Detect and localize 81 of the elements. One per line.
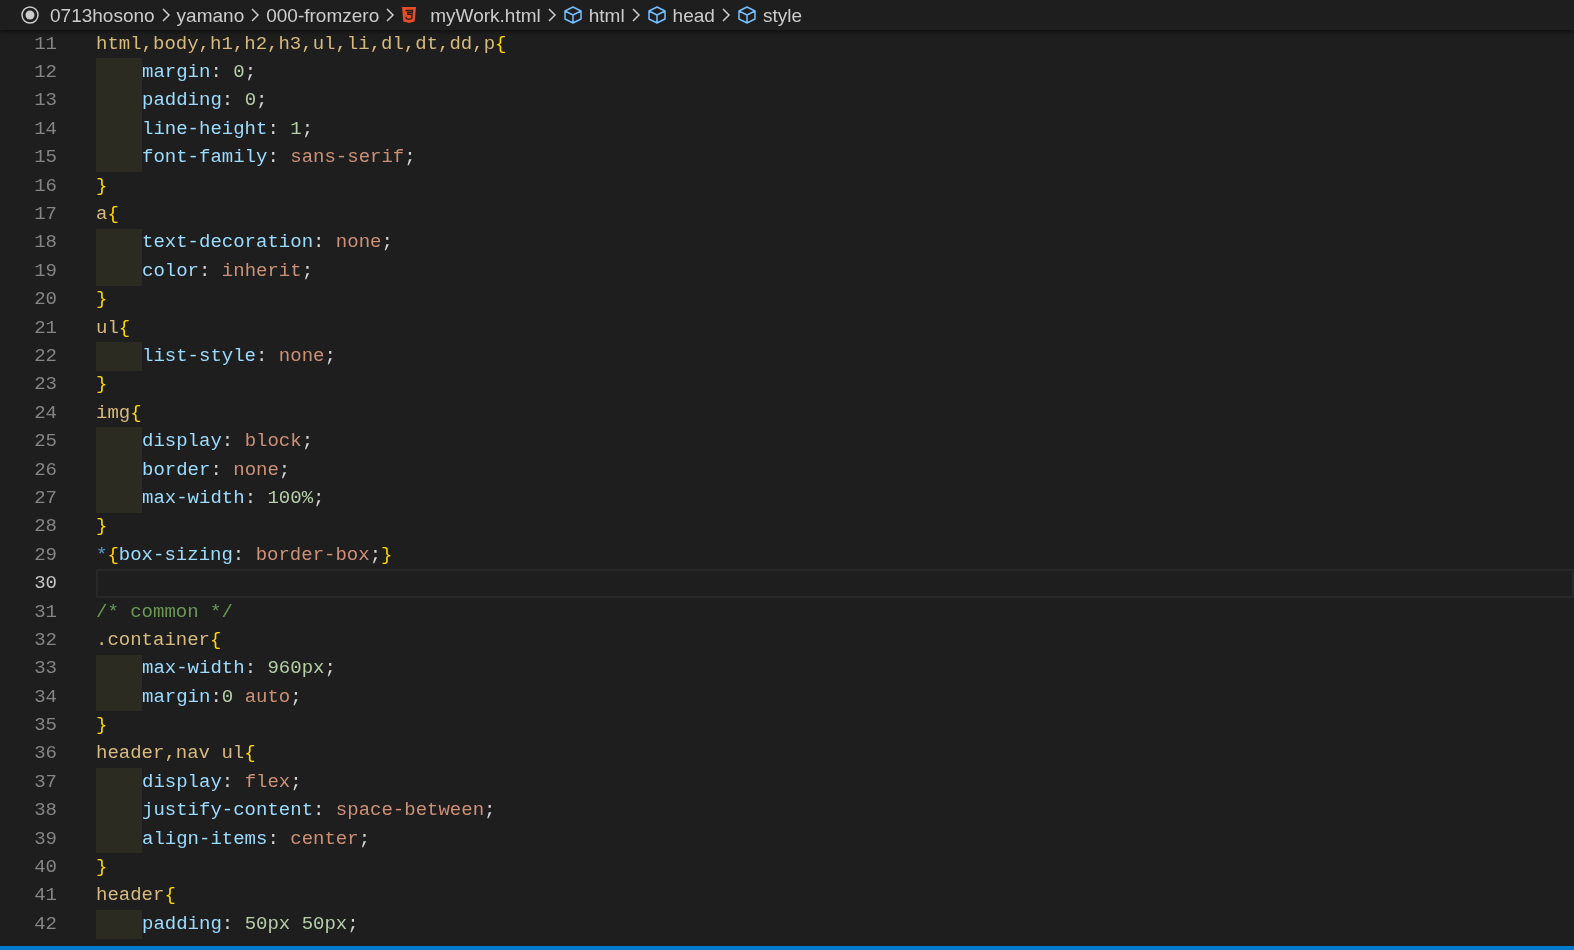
line-number: 24 — [33, 403, 57, 423]
chevron-right-icon — [546, 7, 557, 23]
breadcrumb-item[interactable]: 000-fromzero — [266, 5, 380, 25]
line-number: 16 — [33, 176, 57, 196]
chevron-right-icon — [160, 7, 171, 23]
code-line: } — [96, 517, 108, 537]
line-number: 41 — [33, 886, 57, 906]
line-number: 26 — [33, 460, 57, 480]
line-number: 25 — [33, 432, 57, 452]
code-line: ul{ — [96, 318, 131, 338]
line-number: 32 — [33, 630, 57, 650]
code-line: header{ — [96, 886, 176, 906]
line-number: 20 — [33, 290, 57, 310]
line-number: 29 — [33, 545, 57, 565]
line-number: 35 — [33, 716, 57, 736]
code-line: } — [96, 290, 108, 310]
code-line: padding: 0; — [142, 91, 268, 111]
breadcrumb-item[interactable]: head — [672, 5, 715, 25]
line-number: 30 — [33, 574, 57, 594]
code-line: margin: 0; — [142, 63, 257, 83]
line-number: 23 — [33, 375, 57, 395]
code-line: } — [96, 375, 108, 395]
line-number: 40 — [33, 858, 57, 877]
code-line: max-width: 960px; — [142, 659, 336, 679]
line-number: 34 — [33, 687, 57, 707]
line-number: 37 — [33, 772, 57, 792]
code-line: } — [96, 716, 108, 736]
line-number: 38 — [33, 801, 57, 821]
cube-icon — [562, 5, 583, 25]
code-line: img{ — [96, 403, 142, 423]
chevron-right-icon — [720, 7, 731, 23]
code-line: .container{ — [96, 630, 222, 650]
line-number: 27 — [33, 488, 57, 508]
line-number: 13 — [33, 91, 57, 111]
code-line: margin:0 auto; — [142, 687, 302, 707]
code-line: a{ — [96, 205, 119, 225]
line-number: 31 — [33, 602, 57, 622]
code-line: *{box-sizing: border-box;} — [96, 545, 393, 565]
html5-file-icon — [401, 6, 418, 24]
chevron-right-icon — [630, 7, 641, 23]
line-number: 11 — [33, 34, 57, 54]
code-line: list-style: none; — [142, 347, 336, 366]
line-number: 22 — [33, 347, 57, 366]
breadcrumb-item[interactable]: html — [588, 5, 625, 25]
breadcrumb-item[interactable]: 0713hosono — [50, 5, 155, 25]
breadcrumb-item[interactable]: yamano — [176, 5, 245, 25]
line-number: 42 — [33, 914, 57, 934]
code-line: } — [96, 176, 108, 196]
line-number: 15 — [33, 148, 57, 168]
line-number: 19 — [33, 261, 57, 281]
line-number: 18 — [33, 233, 57, 253]
code-line: padding: 50px 50px; — [142, 914, 359, 934]
code-line: header,nav ul{ — [96, 744, 256, 764]
chevron-right-icon — [250, 7, 261, 23]
code-line: justify-content: space-between; — [142, 801, 496, 821]
code-line: html,body,h1,h2,h3,ul,li,dl,dt,dd,p{ — [96, 34, 507, 54]
cube-icon — [646, 5, 667, 25]
code-line: text-decoration: none; — [142, 233, 393, 253]
line-number: 33 — [33, 659, 57, 679]
code-line: align-items: center; — [142, 829, 371, 849]
chevron-right-icon — [385, 7, 396, 23]
code-line: display: flex; — [142, 772, 302, 792]
circle-dot-icon — [20, 5, 40, 25]
code-line: font-family: sans-serif; — [142, 148, 416, 168]
line-number: 21 — [33, 318, 57, 338]
breadcrumb-item[interactable]: style — [762, 5, 802, 25]
line-number: 36 — [33, 744, 57, 764]
line-number: 12 — [33, 63, 57, 83]
line-number: 39 — [33, 829, 57, 849]
code-line: border: none; — [142, 460, 291, 480]
line-number: 14 — [33, 119, 57, 139]
line-number: 17 — [33, 205, 57, 225]
code-line: /* common */ — [96, 602, 233, 622]
code-line: color: inherit; — [142, 261, 314, 281]
code-line: line-height: 1; — [142, 119, 314, 139]
code-line: display: block; — [142, 432, 314, 452]
cube-icon — [736, 5, 757, 25]
line-number: 28 — [33, 517, 57, 537]
breadcrumb-item[interactable]: myWork.html — [430, 5, 541, 25]
code-line: } — [96, 858, 108, 877]
code-line: max-width: 100%; — [142, 488, 325, 508]
